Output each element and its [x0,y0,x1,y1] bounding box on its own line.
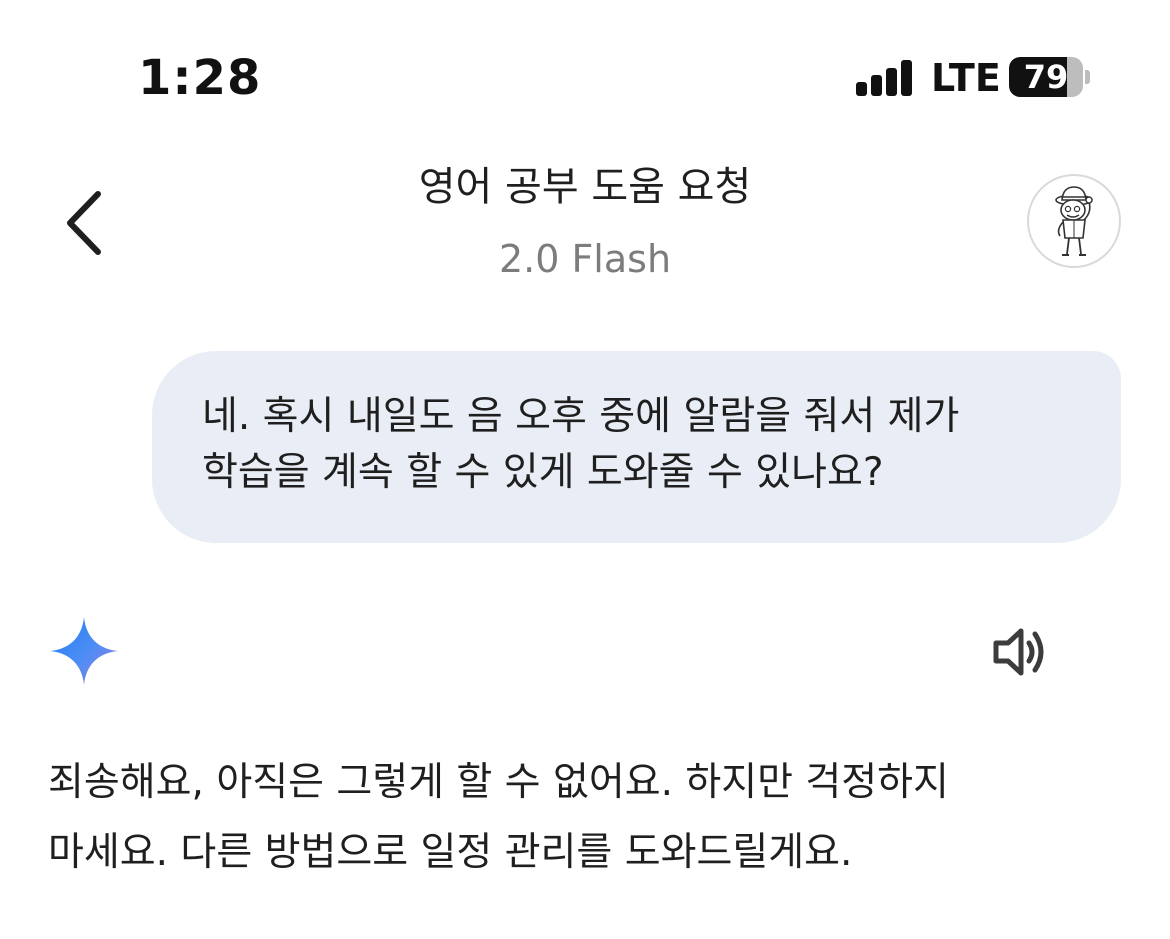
battery-tip [1085,70,1090,84]
cellular-signal-icon [856,60,914,96]
signal-bar [871,75,882,96]
status-time: 1:28 [138,50,262,106]
signal-bar [886,68,897,96]
signal-bar [901,60,912,96]
assistant-message-text: 죄송해요, 아직은 그렇게 할 수 없어요. 하지만 걱정하지 마세요. 다른 … [48,760,949,875]
avatar[interactable] [1027,174,1121,268]
conversation-title[interactable]: 영어 공부 도움 요청 [285,160,885,214]
back-button[interactable] [52,186,116,260]
speaker-icon[interactable] [990,622,1050,682]
battery-level: 79 [1023,58,1069,96]
signal-bar [856,82,867,96]
network-type: LTE [931,56,1001,100]
battery-icon: 79 [1009,57,1083,97]
gemini-sparkle-icon [48,615,120,687]
chevron-left-icon [67,191,101,255]
user-message-bubble[interactable]: 네. 혹시 내일도 음 오후 중에 알람을 줘서 제가 학습을 계속 할 수 있… [152,351,1121,543]
user-message-text: 네. 혹시 내일도 음 오후 중에 알람을 줘서 제가 학습을 계속 할 수 있… [202,394,960,495]
cartoon-avatar [1055,186,1093,256]
model-selector[interactable]: 2.0 Flash [385,234,785,284]
